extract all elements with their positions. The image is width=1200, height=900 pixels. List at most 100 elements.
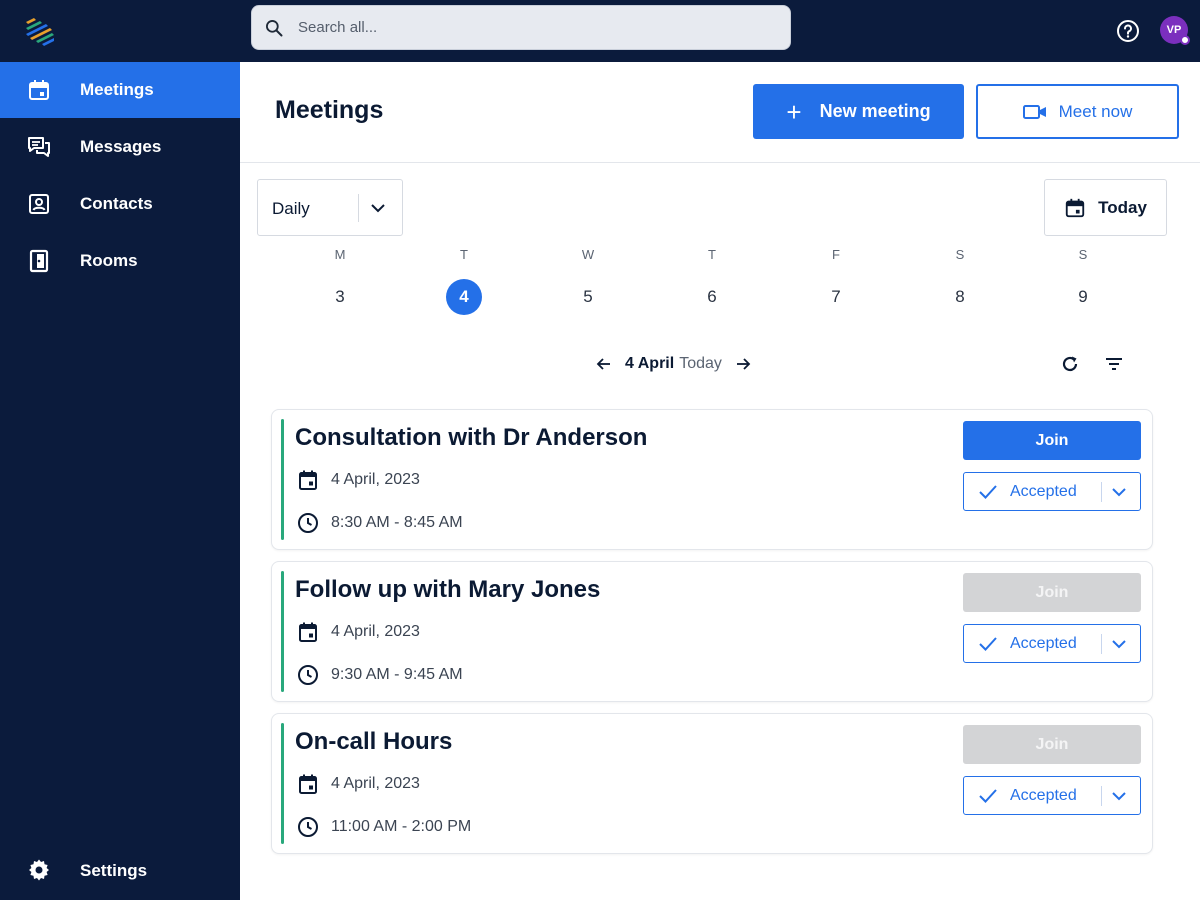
search-box[interactable] [251,5,791,50]
day-name: S [955,247,965,262]
chevron-down-icon [1112,792,1126,801]
accent-bar [281,723,284,844]
avatar-initials: VP [1166,24,1182,36]
calendar-icon [299,622,317,642]
dropdown-divider [1101,482,1102,502]
help-icon[interactable] [1116,19,1140,43]
sidebar-item-contacts[interactable]: Contacts [0,176,240,232]
day-column-selected[interactable]: T4 [434,247,494,315]
join-button[interactable]: Join [963,573,1141,612]
sidebar-item-label: Messages [80,137,162,156]
day-column[interactable]: T6 [682,247,742,315]
rsvp-status-dropdown[interactable]: Accepted [963,472,1141,511]
meeting-card[interactable]: Consultation with Dr Anderson 4 April, 2… [271,409,1153,550]
today-label: Today [1098,197,1147,217]
calendar-icon [299,774,317,794]
sidebar-item-label: Meetings [80,80,154,99]
meeting-card[interactable]: Follow up with Mary Jones 4 April, 2023 … [271,561,1153,702]
meet-now-label: Meet now [1058,101,1133,121]
day-date[interactable]: 5 [570,279,606,315]
chevron-down-icon [1112,640,1126,649]
meeting-title: Follow up with Mary Jones [295,576,601,603]
meeting-date-row: 4 April, 2023 [297,621,420,643]
refresh-icon[interactable] [1060,354,1080,374]
sidebar: Meetings Messages Contacts Rooms [0,62,240,900]
day-column[interactable]: S9 [1053,247,1113,315]
today-button[interactable]: Today [1044,179,1167,236]
user-avatar[interactable]: VP [1160,16,1190,45]
day-name: T [460,247,468,262]
page-title: Meetings [275,96,384,124]
dropdown-divider [1101,786,1102,806]
plus-icon: + [786,96,802,127]
day-column[interactable]: S8 [930,247,990,315]
current-date: 4 April [625,355,675,372]
date-navigator: 4 April Today [595,352,752,376]
meeting-title: On-call Hours [295,728,453,755]
current-date-suffix: Today [679,355,722,372]
clock-icon [298,817,318,837]
join-button[interactable]: Join [963,725,1141,764]
sidebar-item-messages[interactable]: Messages [0,119,240,175]
chat-icon [28,137,50,157]
page-header: Meetings + New meeting Meet now [240,62,1200,163]
join-button[interactable]: Join [963,421,1141,460]
day-column[interactable]: F7 [806,247,866,315]
calendar-icon [1065,198,1085,217]
rsvp-status-dropdown[interactable]: Accepted [963,776,1141,815]
meeting-time-row: 8:30 AM - 8:45 AM [297,512,463,534]
presence-indicator [1180,35,1190,45]
new-meeting-label: New meeting [819,101,931,121]
accent-bar [281,419,284,540]
new-meeting-button[interactable]: + New meeting [753,84,964,139]
sidebar-item-rooms[interactable]: Rooms [0,233,240,289]
day-date[interactable]: 8 [942,279,978,315]
calendar-icon [299,470,317,490]
day-date[interactable]: 9 [1065,279,1101,315]
contact-card-icon [29,194,49,214]
meeting-date: 4 April, 2023 [331,471,420,488]
door-icon [29,249,49,273]
filter-icon[interactable] [1104,354,1124,374]
day-name: S [1078,247,1088,262]
day-date[interactable]: 6 [694,279,730,315]
arrow-right-icon[interactable] [734,355,752,373]
meeting-card[interactable]: On-call Hours 4 April, 2023 11:00 AM - 2… [271,713,1153,854]
settings-label: Settings [80,861,148,880]
day-date[interactable]: 4 [446,279,482,315]
main-content: Meetings + New meeting Meet now Daily To… [240,62,1200,900]
dropdown-divider [1101,634,1102,654]
meeting-time-row: 9:30 AM - 9:45 AM [297,664,463,686]
clock-icon [298,665,318,685]
meeting-time: 11:00 AM - 2:00 PM [331,818,472,835]
week-strip: M3 T4 W5 T6 F7 S8 S9 [240,247,1200,327]
meeting-title: Consultation with Dr Anderson [295,424,648,451]
day-date[interactable]: 3 [322,279,358,315]
chevron-down-icon [1112,488,1126,497]
meeting-time-row: 11:00 AM - 2:00 PM [297,816,471,838]
day-column[interactable]: W5 [558,247,618,315]
rsvp-status-label: Accepted [1010,635,1077,652]
check-icon [979,485,997,499]
day-column[interactable]: M3 [310,247,370,315]
view-mode-dropdown[interactable]: Daily [257,179,403,236]
arrow-left-icon[interactable] [595,355,613,373]
rsvp-status-label: Accepted [1010,483,1077,500]
day-date[interactable]: 7 [818,279,854,315]
meeting-time: 8:30 AM - 8:45 AM [331,514,463,531]
top-bar: VP [0,0,1200,62]
rsvp-status-dropdown[interactable]: Accepted [963,624,1141,663]
sidebar-item-settings[interactable]: Settings [0,838,240,894]
check-icon [979,637,997,651]
meeting-date: 4 April, 2023 [331,623,420,640]
app-logo[interactable] [22,16,56,46]
meet-now-button[interactable]: Meet now [976,84,1179,139]
search-icon [266,19,283,36]
meeting-date-row: 4 April, 2023 [297,773,420,795]
chevron-down-icon [371,204,385,213]
sidebar-item-label: Rooms [80,251,138,270]
accent-bar [281,571,284,692]
rsvp-status-label: Accepted [1010,787,1077,804]
sidebar-item-meetings[interactable]: Meetings [0,62,240,118]
search-input[interactable] [298,19,768,36]
